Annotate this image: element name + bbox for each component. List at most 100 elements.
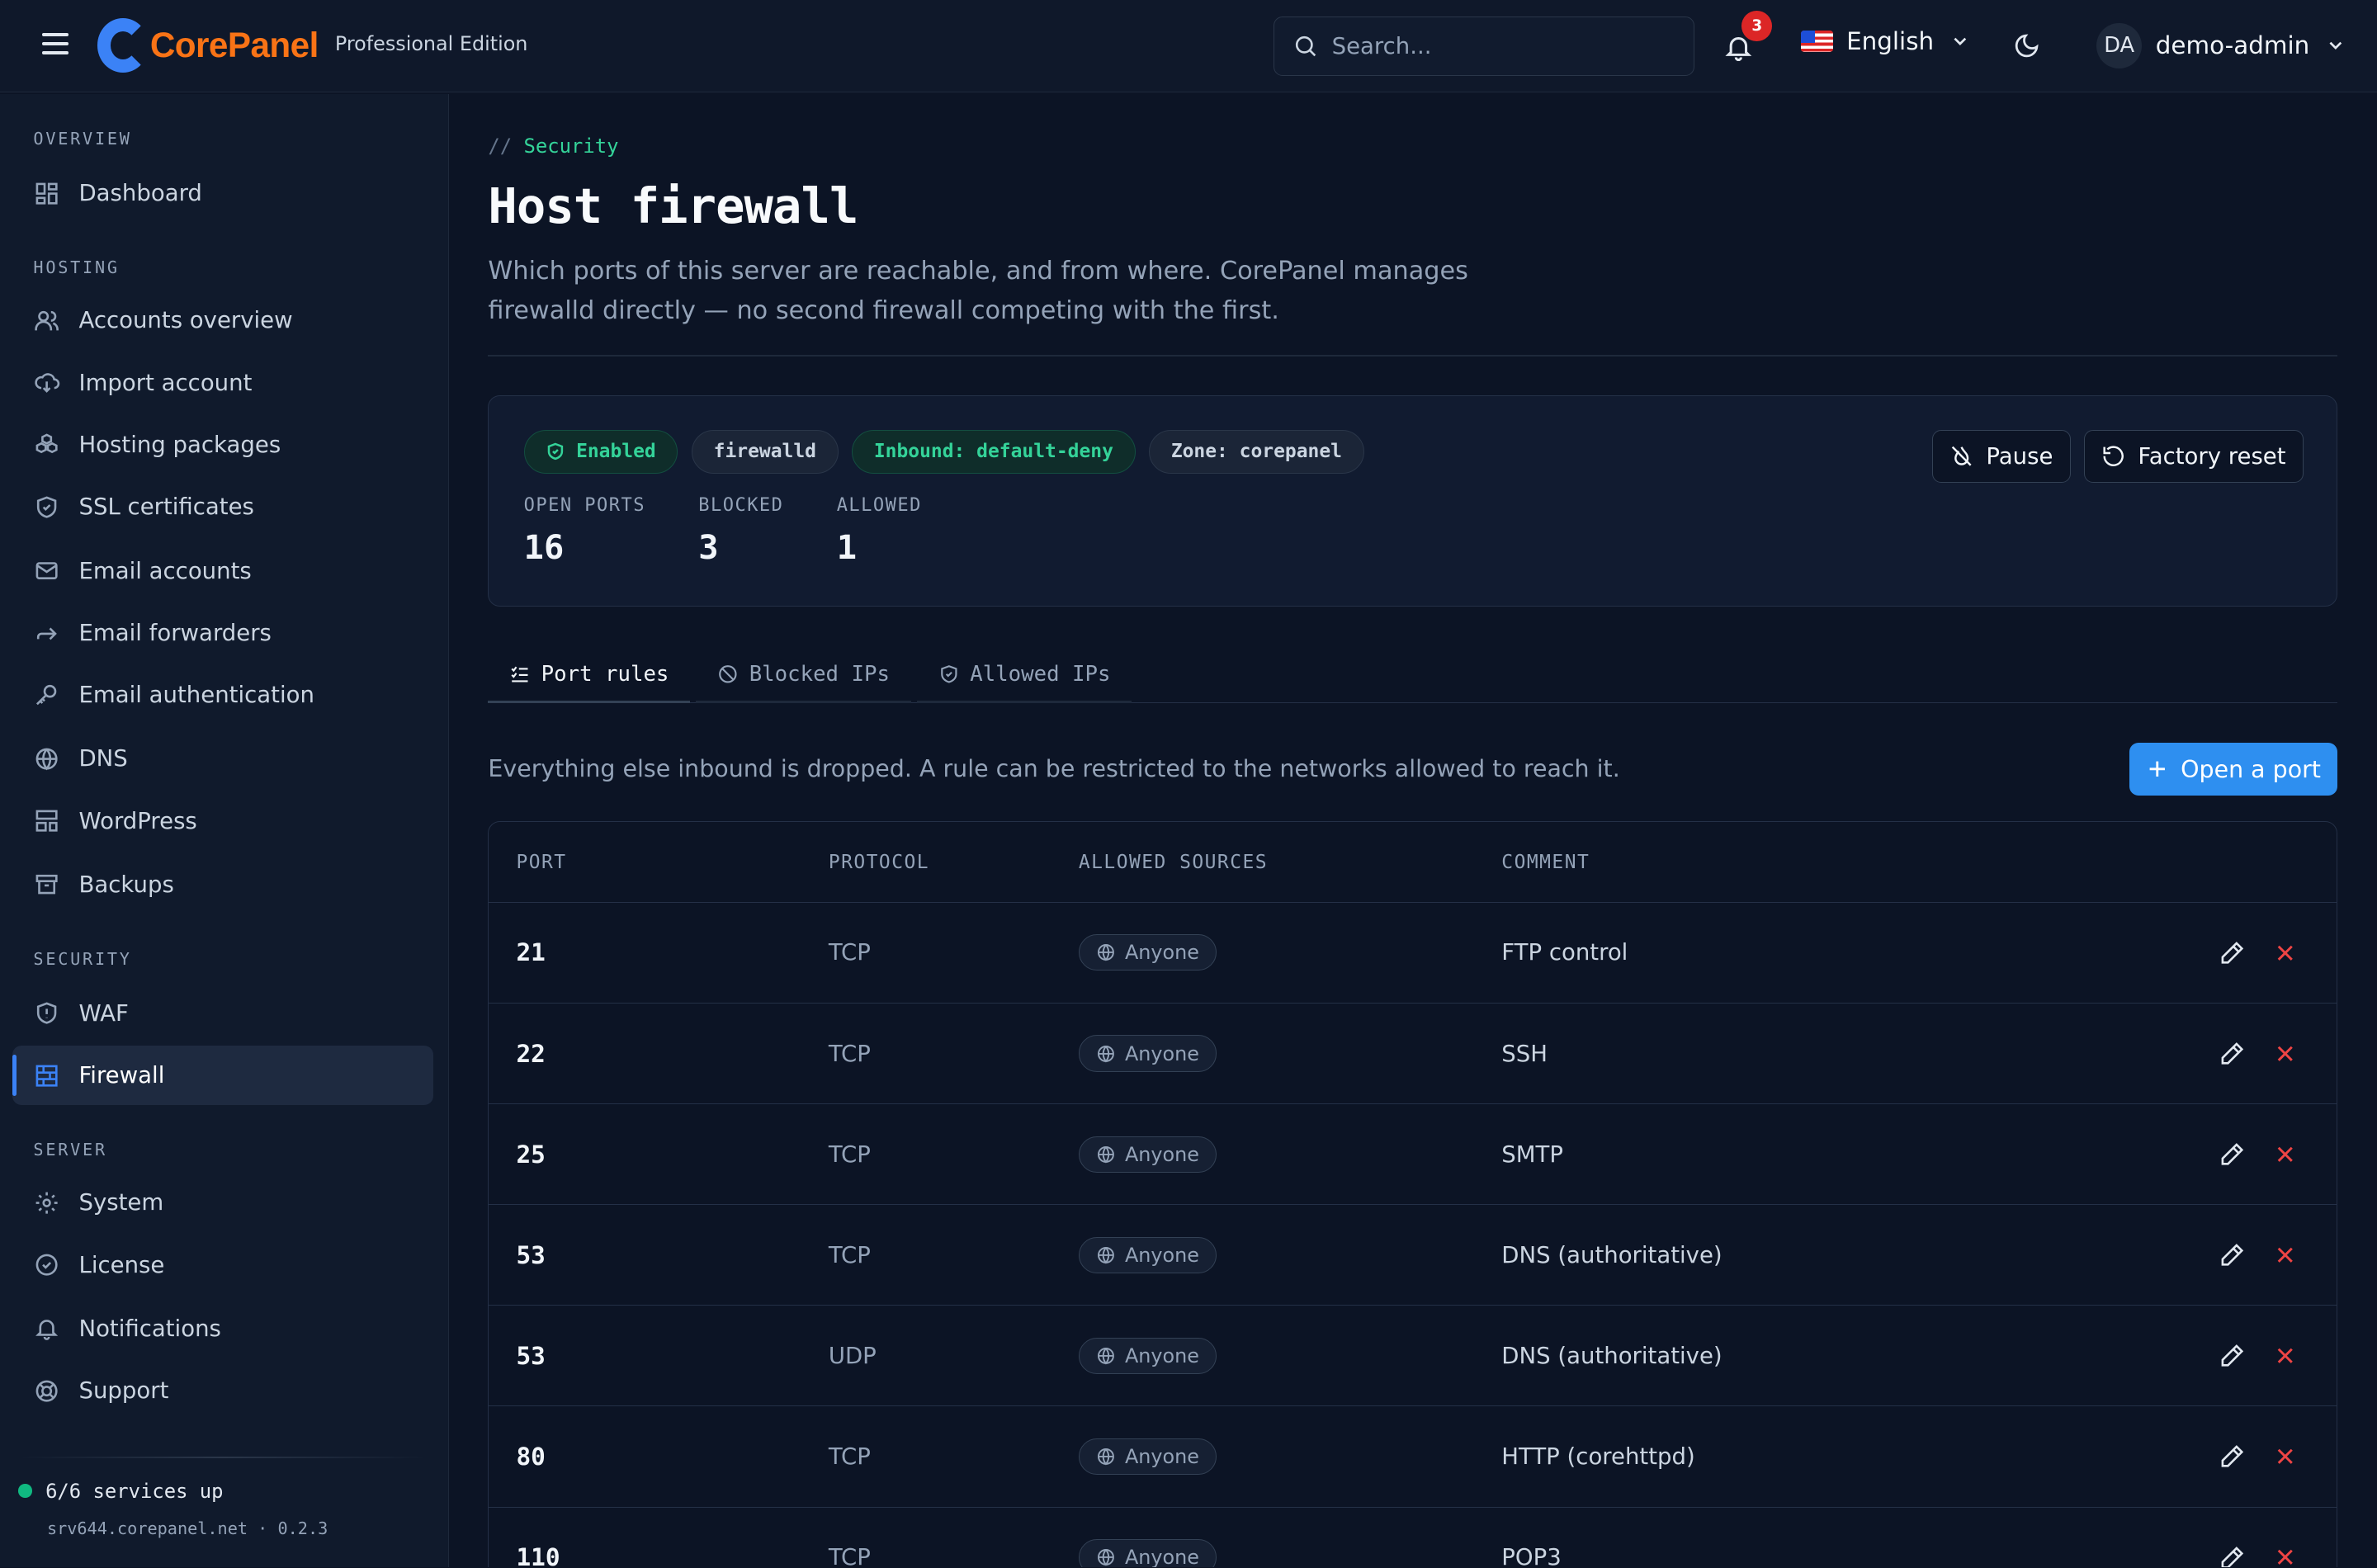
rule-comment: HTTP (corehttpd) — [1501, 1443, 1695, 1471]
open-port-button[interactable]: Open a port — [2129, 742, 2338, 796]
stat-label: ALLOWED — [836, 494, 922, 516]
factory-reset-button[interactable]: Factory reset — [2084, 429, 2304, 484]
status-pills: Enabled firewalld Inbound: default-deny … — [523, 429, 1378, 475]
firewall-summary-card: Enabled firewalld Inbound: default-deny … — [488, 395, 2338, 607]
delete-rule-button[interactable] — [2270, 1038, 2300, 1069]
source-label: Anyone — [1124, 1142, 1199, 1166]
brand-name: CorePanel — [149, 26, 319, 65]
chevron-down-icon — [1953, 37, 1966, 46]
pencil-icon — [2221, 1244, 2244, 1266]
breadcrumb-security[interactable]: Security — [524, 135, 619, 158]
pause-button[interactable]: Pause — [1932, 429, 2071, 484]
mail-icon — [33, 557, 60, 584]
user-menu[interactable]: DA demo-admin — [2096, 22, 2346, 68]
tab-port-rules[interactable]: Port rules — [488, 647, 691, 704]
close-icon — [2277, 1550, 2293, 1566]
sidebar-item-email-forwarders[interactable]: Email forwarders — [12, 603, 434, 663]
delete-rule-button[interactable] — [2270, 1442, 2300, 1472]
table-row: 25 TCP Anyone SMTP — [489, 1104, 2337, 1206]
edit-rule-button[interactable] — [2217, 1038, 2247, 1069]
table-row: 53 UDP Anyone DNS (authoritative) — [489, 1306, 2337, 1407]
source-label: Anyone — [1124, 1445, 1199, 1468]
pencil-icon — [2221, 1143, 2244, 1165]
source-chip: Anyone — [1078, 1136, 1217, 1173]
brand-logo[interactable]: CorePanel — [97, 18, 319, 73]
tab-allowed-ips[interactable]: Allowed IPs — [916, 647, 1132, 704]
search-input[interactable] — [1331, 33, 1666, 60]
edit-rule-button[interactable] — [2217, 1240, 2247, 1270]
source-chip: Anyone — [1078, 1035, 1217, 1072]
source-label: Anyone — [1124, 1344, 1199, 1367]
sidebar-item-label: Notifications — [78, 1315, 221, 1342]
sidebar-item-wordpress[interactable]: WordPress — [12, 791, 434, 851]
sidebar-item-system[interactable]: System — [12, 1174, 434, 1233]
reset-icon — [2103, 446, 2124, 467]
globe-icon — [1098, 1045, 1114, 1063]
edit-rule-button[interactable] — [2217, 1542, 2247, 1568]
sidebar: OVERVIEW Dashboard HOSTING Accounts over… — [0, 93, 449, 1568]
ban-icon — [719, 665, 737, 683]
sidebar-item-label: System — [78, 1189, 164, 1216]
table-row: 110 TCP Anyone POP3 — [489, 1508, 2337, 1568]
sidebar-item-firewall[interactable]: Firewall — [12, 1046, 434, 1105]
sidebar-item-ssl[interactable]: SSL certificates — [12, 478, 434, 537]
archive-icon — [33, 871, 60, 898]
avatar: DA — [2096, 22, 2143, 68]
sidebar-item-support[interactable]: Support — [12, 1361, 434, 1420]
sidebar-item-dashboard[interactable]: Dashboard — [12, 163, 434, 223]
sidebar-item-import[interactable]: Import account — [12, 353, 434, 413]
sidebar-item-notifications[interactable]: Notifications — [12, 1299, 434, 1358]
sidebar-item-accounts[interactable]: Accounts overview — [12, 291, 434, 351]
edit-rule-button[interactable] — [2217, 937, 2247, 968]
delete-rule-button[interactable] — [2270, 1341, 2300, 1372]
open-port-label: Open a port — [2181, 755, 2321, 783]
globe-icon — [1098, 1246, 1114, 1264]
page-description: Which ports of this server are reachable… — [488, 256, 1468, 325]
delete-rule-button[interactable] — [2270, 937, 2300, 968]
pause-label: Pause — [1986, 442, 2053, 470]
language-label: English — [1846, 27, 1935, 56]
sidebar-item-label: Email accounts — [78, 557, 252, 584]
edit-rule-button[interactable] — [2217, 1341, 2247, 1372]
badge-check-icon — [33, 1251, 60, 1278]
port-number: 110 — [516, 1543, 560, 1568]
column-header-sources[interactable]: ALLOWED SOURCES — [1079, 852, 1501, 873]
source-chip: Anyone — [1078, 934, 1217, 971]
port-number: 53 — [516, 1240, 546, 1269]
delete-rule-button[interactable] — [2270, 1139, 2300, 1169]
column-header-port[interactable]: PORT — [489, 852, 828, 873]
column-header-protocol[interactable]: PROTOCOL — [829, 852, 1079, 873]
table-row: 21 TCP Anyone FTP control — [489, 903, 2337, 1004]
delete-rule-button[interactable] — [2270, 1542, 2300, 1567]
sidebar-item-label: Support — [78, 1377, 169, 1405]
pencil-icon — [2221, 1344, 2244, 1367]
protocol: TCP — [828, 1141, 871, 1168]
moon-icon[interactable] — [2013, 32, 2040, 59]
search-icon — [1295, 36, 1316, 57]
notification-badge: 3 — [1741, 10, 1773, 41]
column-header-comment[interactable]: COMMENT — [1501, 852, 2138, 873]
close-icon — [2277, 1348, 2293, 1363]
edit-rule-button[interactable] — [2217, 1442, 2247, 1472]
language-selector[interactable]: English — [1800, 27, 1970, 56]
search-box[interactable] — [1273, 17, 1695, 76]
delete-rule-button[interactable] — [2270, 1240, 2300, 1270]
sidebar-item-email-accounts[interactable]: Email accounts — [12, 541, 434, 601]
sidebar-item-waf[interactable]: WAF — [12, 984, 434, 1043]
tab-blocked-ips[interactable]: Blocked IPs — [696, 647, 911, 704]
sidebar-item-email-auth[interactable]: Email authentication — [12, 665, 434, 725]
sidebar-item-packages[interactable]: Hosting packages — [12, 415, 434, 475]
sidebar-item-license[interactable]: License — [12, 1235, 434, 1295]
source-label: Anyone — [1124, 1041, 1199, 1065]
firewall-stats: OPEN PORTS 16 BLOCKED 3 ALLOWED 1 — [524, 495, 975, 568]
sidebar-item-backups[interactable]: Backups — [12, 855, 434, 914]
protocol: TCP — [828, 1040, 871, 1067]
sidebar-item-dns[interactable]: DNS — [12, 729, 434, 788]
stat-label: BLOCKED — [698, 494, 784, 516]
protocol: TCP — [828, 1241, 871, 1268]
close-icon — [2277, 1046, 2293, 1061]
shield-alert-icon — [33, 999, 60, 1027]
port-number: 21 — [516, 938, 546, 967]
menu-icon[interactable] — [42, 33, 69, 57]
edit-rule-button[interactable] — [2217, 1139, 2247, 1169]
